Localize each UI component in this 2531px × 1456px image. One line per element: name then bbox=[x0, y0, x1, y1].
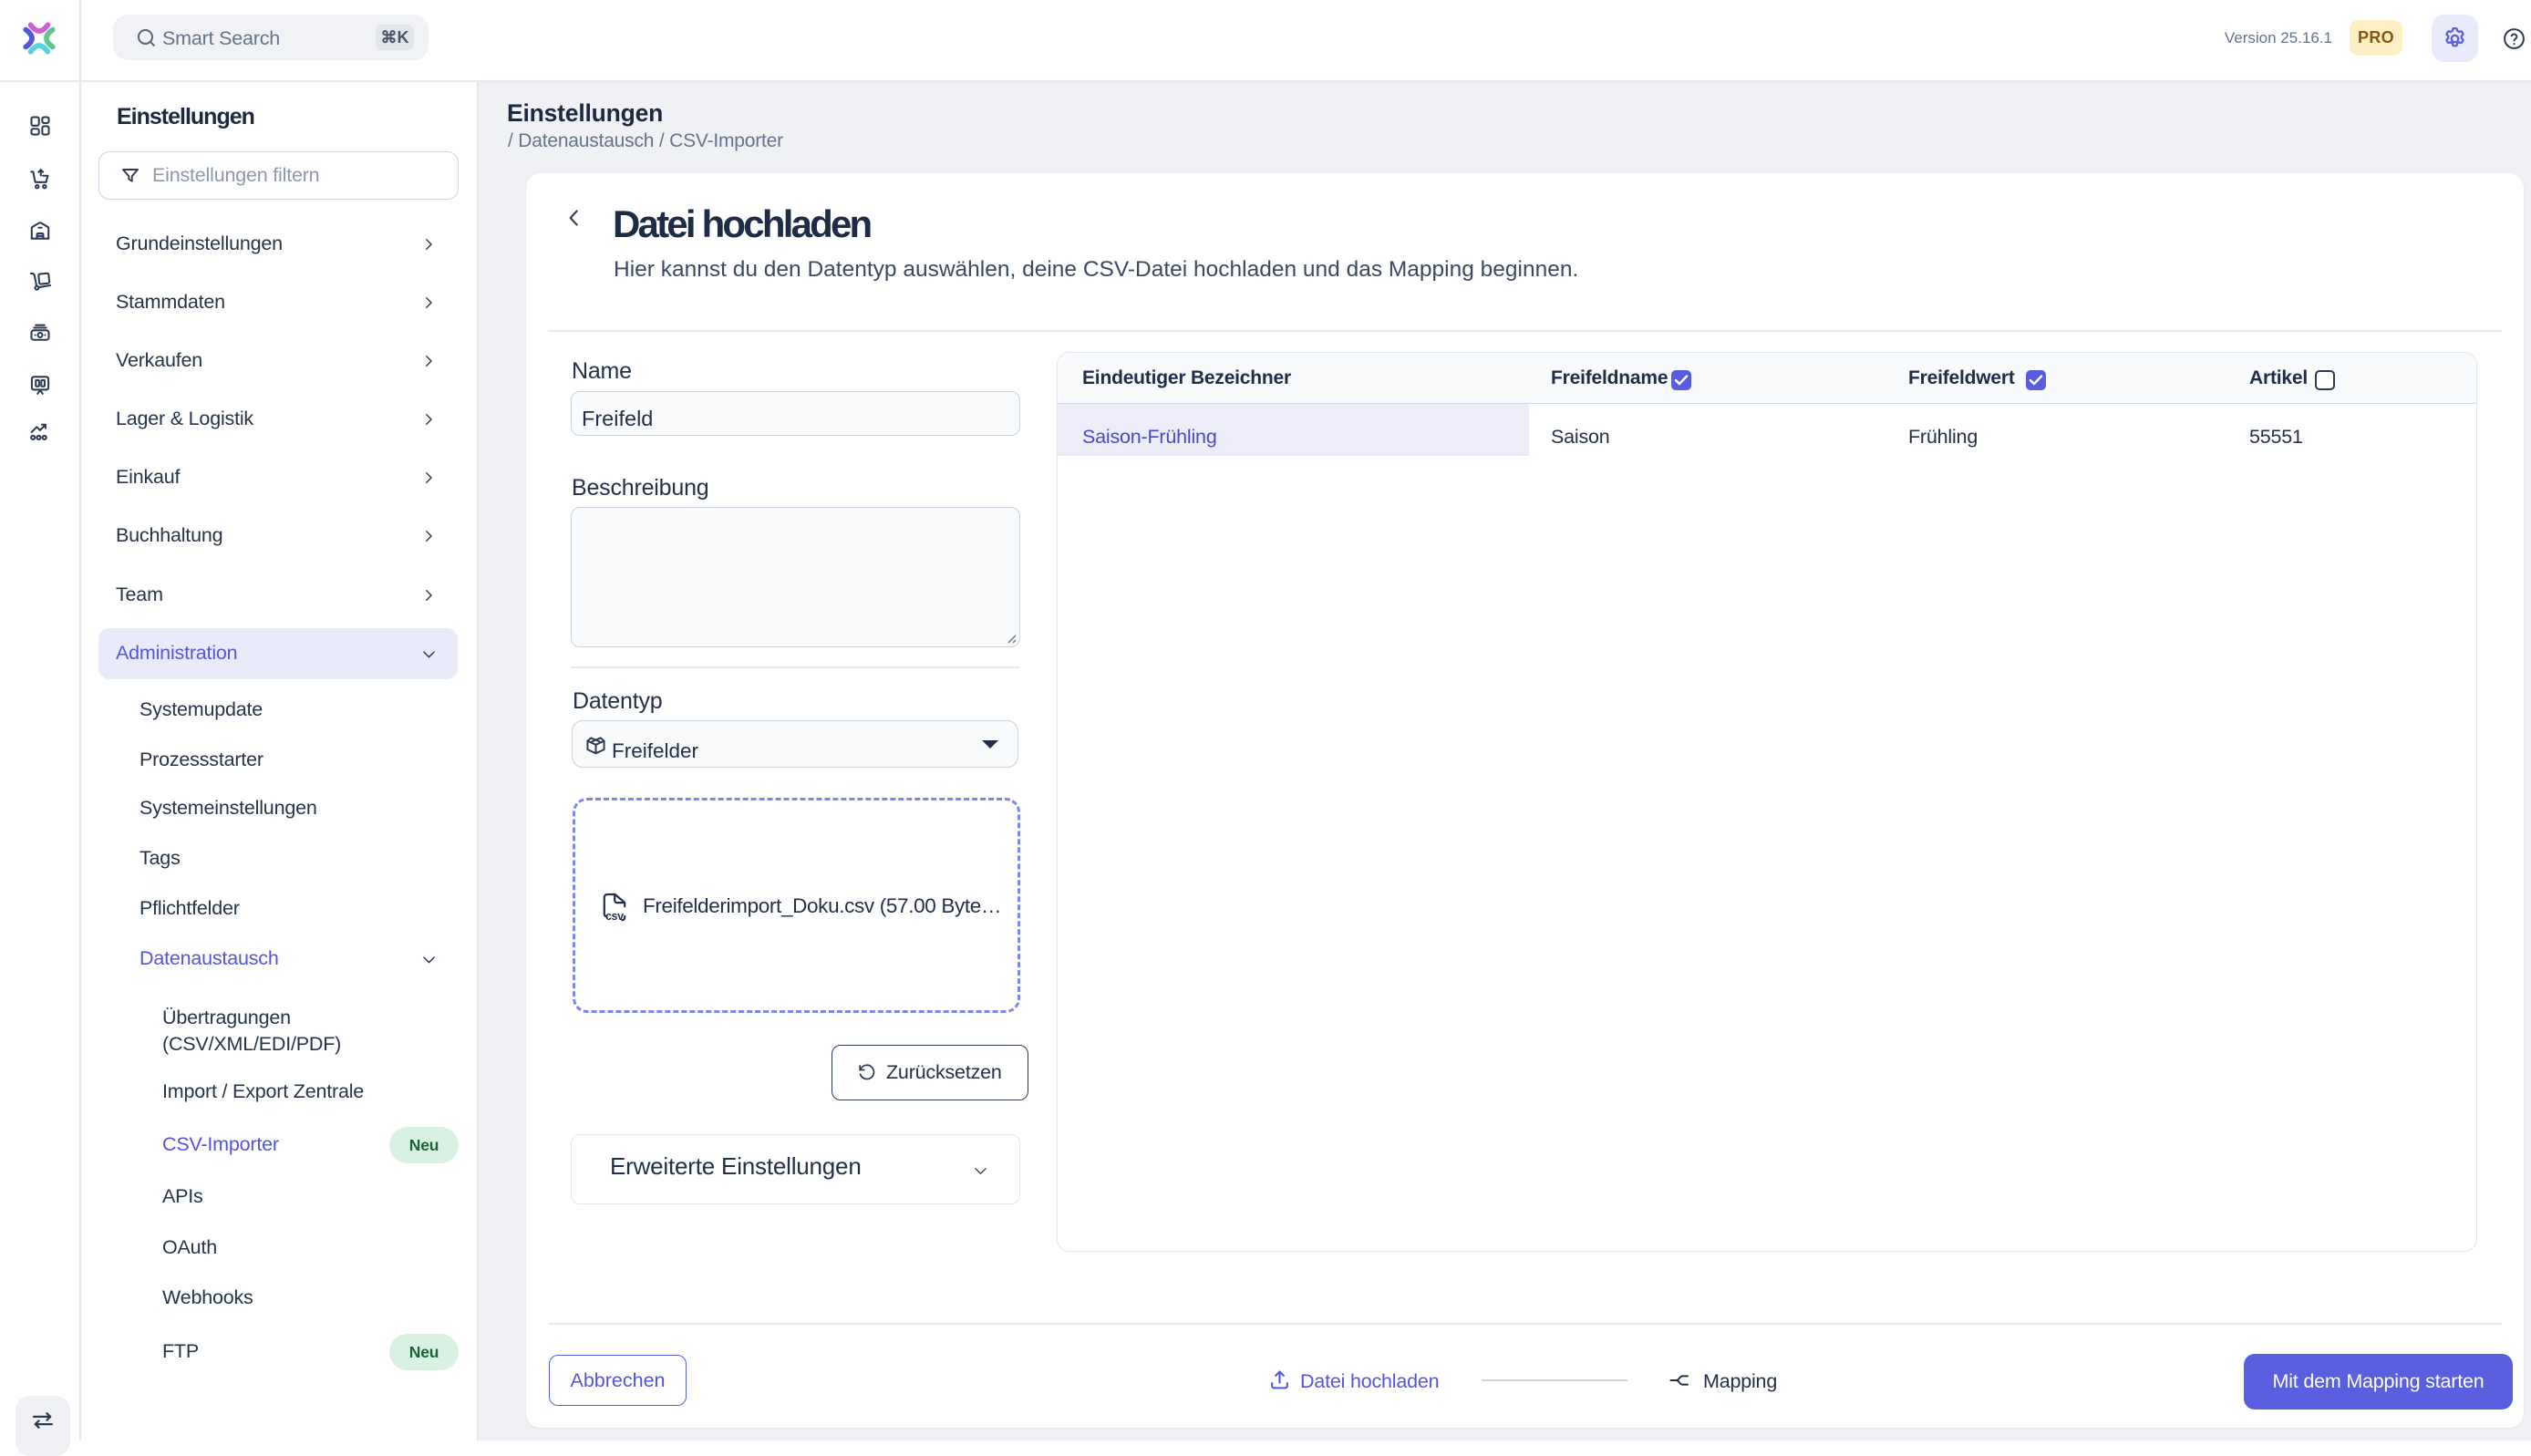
svg-text:csv: csv bbox=[605, 910, 624, 923]
